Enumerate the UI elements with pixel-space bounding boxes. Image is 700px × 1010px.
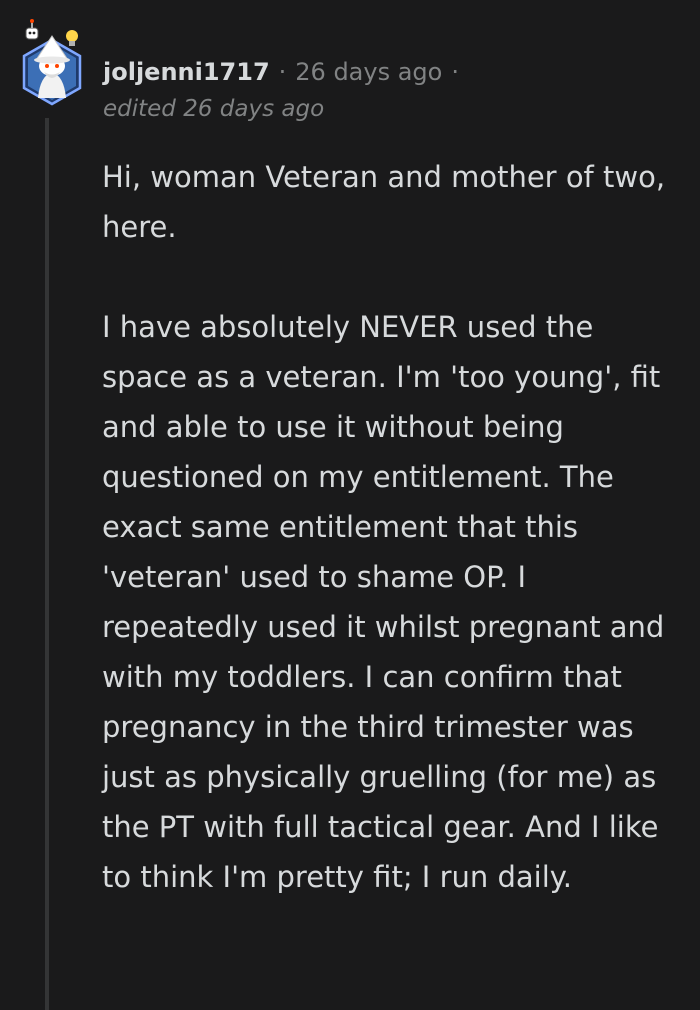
username-link[interactable]: joljenni1717 — [103, 58, 270, 86]
comment-paragraph: Hi, woman Veteran and mother of two, her… — [102, 160, 666, 244]
light-bulb-icon — [66, 30, 78, 46]
timestamp-link[interactable]: 26 days ago — [295, 58, 442, 86]
comment: joljenni1717 · 26 days ago · edited 26 d… — [0, 0, 700, 1010]
comment-body: Hi, woman Veteran and mother of two, her… — [102, 152, 677, 902]
robot-pin-icon — [25, 19, 39, 40]
snoo-wizard-avatar-icon[interactable] — [16, 14, 88, 106]
comment-paragraph: I have absolutely NEVER used the space a… — [102, 310, 665, 894]
separator-dot: · — [278, 58, 287, 86]
separator-dot: · — [451, 58, 459, 86]
comment-header: joljenni1717 · 26 days ago · — [103, 52, 468, 92]
thread-collapse-line[interactable] — [45, 118, 49, 1010]
edited-label: edited 26 days ago — [103, 96, 325, 122]
